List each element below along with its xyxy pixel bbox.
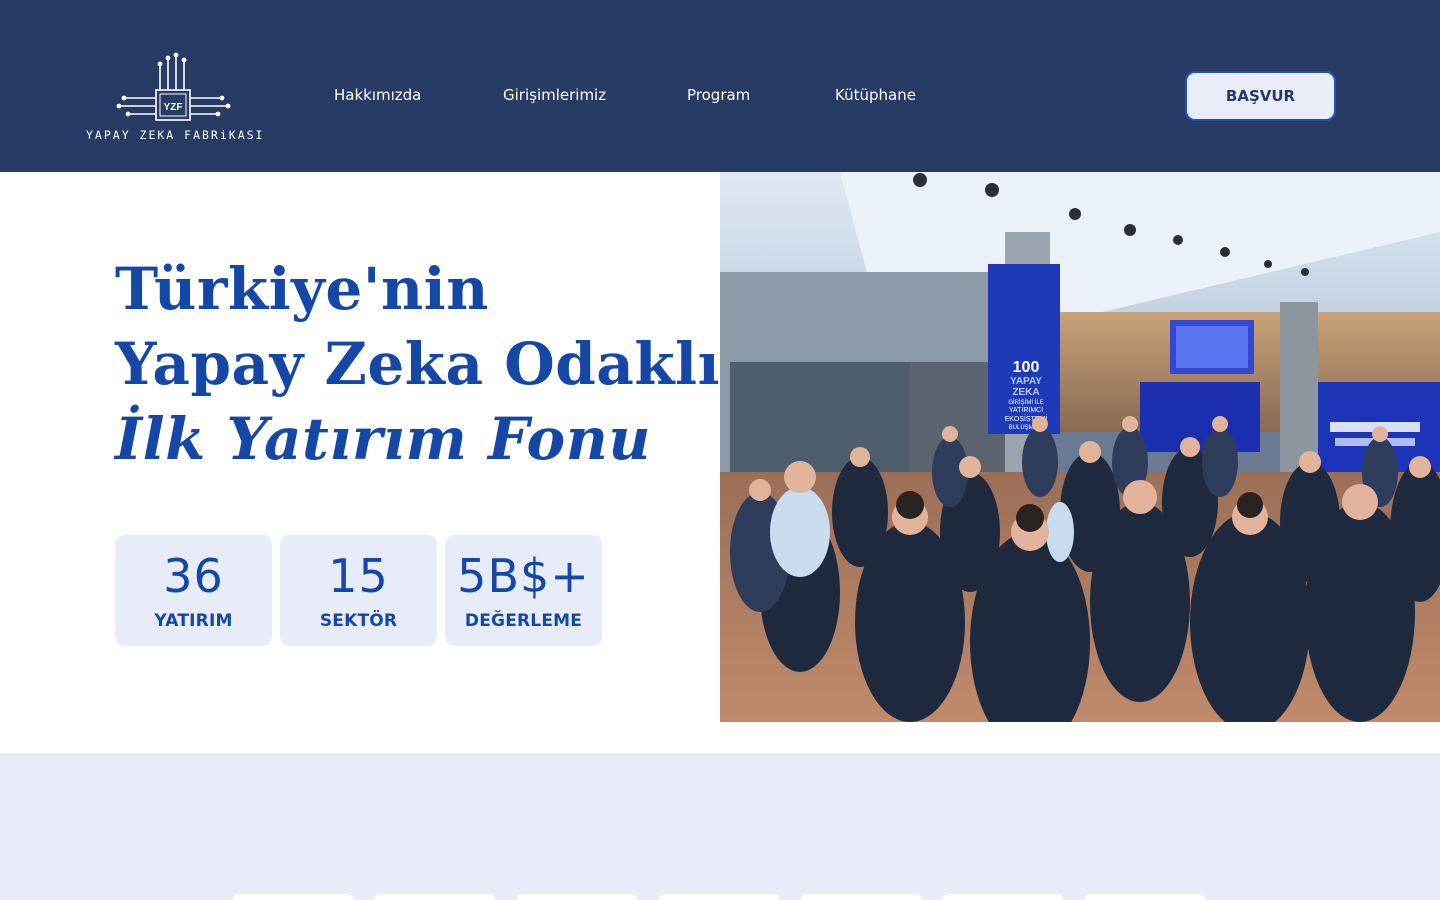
svg-text:GİRİŞİMİ İLE: GİRİŞİMİ İLE bbox=[1008, 399, 1043, 406]
stat-value: 15 bbox=[328, 549, 389, 603]
partners-section bbox=[0, 753, 1440, 900]
stat-value: 36 bbox=[163, 549, 224, 603]
hero-title-line2: Yapay Zeka Odaklı bbox=[115, 330, 721, 398]
partner-logo-card bbox=[232, 894, 354, 900]
stat-label: DEĞERLEME bbox=[464, 611, 583, 631]
svg-text:ZEKA: ZEKA bbox=[1012, 387, 1039, 398]
stat-label: SEKTÖR bbox=[319, 611, 398, 631]
svg-text:YATIRIMCI: YATIRIMCI bbox=[1009, 407, 1043, 414]
nav-link-girisimlerimiz[interactable]: Girişimlerimiz bbox=[503, 86, 606, 104]
stat-card-valuation: 5B$+ DEĞERLEME bbox=[445, 535, 602, 646]
nav-link-kutuphane[interactable]: Kütüphane bbox=[835, 86, 916, 104]
partner-logo-card bbox=[942, 894, 1064, 900]
event-photo: 100 YAPAY ZEKA GİRİŞİMİ İLE YATIRIMCI EK… bbox=[720, 172, 1440, 722]
logo-wordmark: YAPAY ZEKA FABRiKASI bbox=[86, 128, 265, 142]
hero-title-line3: İlk Yatırım Fonu bbox=[115, 405, 652, 473]
partner-logo-card bbox=[516, 894, 638, 900]
nav-link-hakkimizda[interactable]: Hakkımızda bbox=[334, 86, 421, 104]
circuit-chip-icon: YZF bbox=[116, 52, 231, 121]
svg-text:YZF: YZF bbox=[164, 102, 183, 113]
partner-logo-card bbox=[1084, 894, 1206, 900]
stat-label: YATIRIM bbox=[154, 611, 233, 631]
partner-logo-card bbox=[374, 894, 496, 900]
stat-value: 5B$+ bbox=[457, 549, 590, 603]
svg-text:YAPAY: YAPAY bbox=[1010, 376, 1042, 387]
hero-title: Türkiye'nin Yapay Zeka Odaklı İlk Yatırı… bbox=[115, 252, 720, 477]
nav-link-program[interactable]: Program bbox=[687, 86, 750, 104]
logo[interactable]: YZF YAPAY ZEKA FABRiKASI bbox=[86, 52, 262, 144]
site-header: YZF YAPAY ZEKA FABRiKASI Hakkımızda Giri… bbox=[0, 0, 1440, 172]
stat-card-investments: 36 YATIRIM bbox=[115, 535, 272, 646]
stat-card-sectors: 15 SEKTÖR bbox=[280, 535, 437, 646]
partner-logo-card bbox=[658, 894, 780, 900]
event-crowd-illustration: 100 YAPAY ZEKA GİRİŞİMİ İLE YATIRIMCI EK… bbox=[720, 172, 1440, 722]
svg-text:100: 100 bbox=[1013, 359, 1040, 376]
hero-title-line1: Türkiye'nin bbox=[115, 255, 489, 323]
apply-button[interactable]: BAŞVUR bbox=[1185, 71, 1336, 121]
partner-logo-card bbox=[800, 894, 922, 900]
